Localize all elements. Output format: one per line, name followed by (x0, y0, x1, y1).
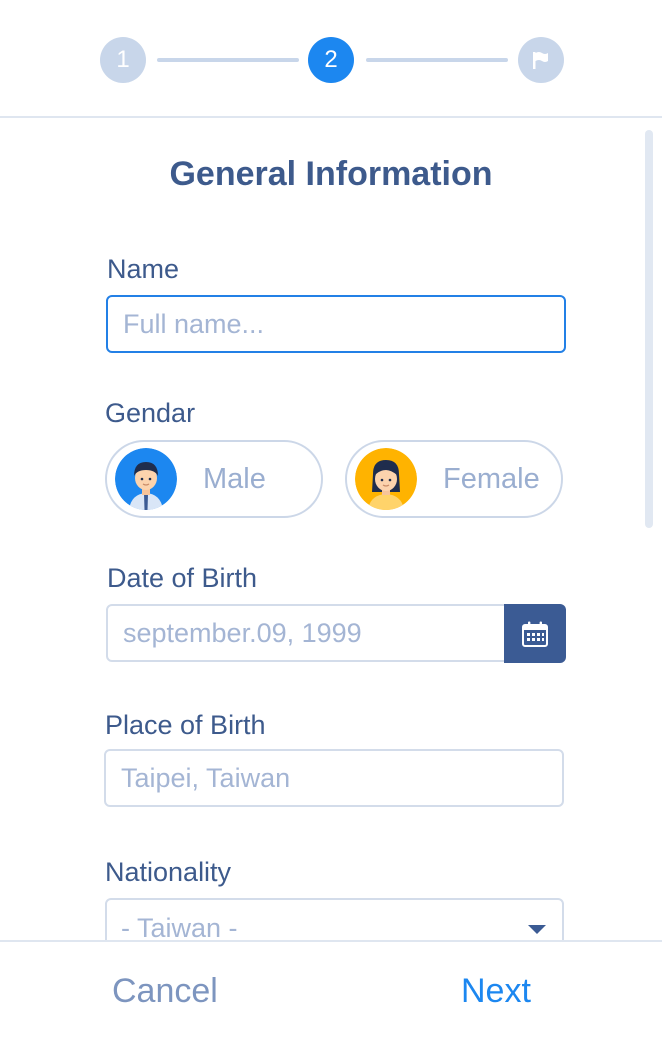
gender-male-label: Male (203, 462, 266, 495)
name-label: Name (107, 254, 180, 284)
name-input[interactable]: Full name... (106, 295, 566, 353)
form-scroll-area[interactable] (0, 120, 662, 940)
female-avatar-icon (355, 448, 417, 510)
footer-bar: Cancel Next (0, 940, 662, 1040)
nationality-value: - Taiwan - (121, 912, 238, 943)
calendar-button[interactable] (504, 604, 566, 663)
cancel-button[interactable]: Cancel (112, 972, 218, 1011)
chevron-down-icon (528, 925, 546, 934)
male-avatar-icon (115, 448, 177, 510)
progress-stepper: 1 2 (0, 0, 662, 118)
nationality-label: Nationality (105, 857, 232, 887)
step-2-active[interactable]: 2 (308, 37, 354, 83)
step-1[interactable]: 1 (100, 37, 146, 83)
gender-label: Gendar (105, 398, 196, 428)
section-title: General Information (169, 155, 493, 193)
dob-input[interactable]: september.09, 1999 (106, 604, 506, 662)
gender-female-label: Female (443, 462, 540, 495)
calendar-icon (522, 621, 548, 647)
gender-male-button[interactable]: Male (105, 440, 323, 518)
gender-female-button[interactable]: Female (345, 440, 563, 518)
next-button[interactable]: Next (461, 972, 531, 1011)
flag-icon (533, 52, 548, 69)
step-connector-1 (157, 58, 299, 62)
pob-input[interactable]: Taipei, Taiwan (104, 749, 564, 807)
step-connector-2 (366, 58, 508, 62)
step-3-finish[interactable] (518, 37, 564, 83)
dob-label: Date of Birth (107, 563, 258, 593)
pob-label: Place of Birth (105, 710, 266, 740)
